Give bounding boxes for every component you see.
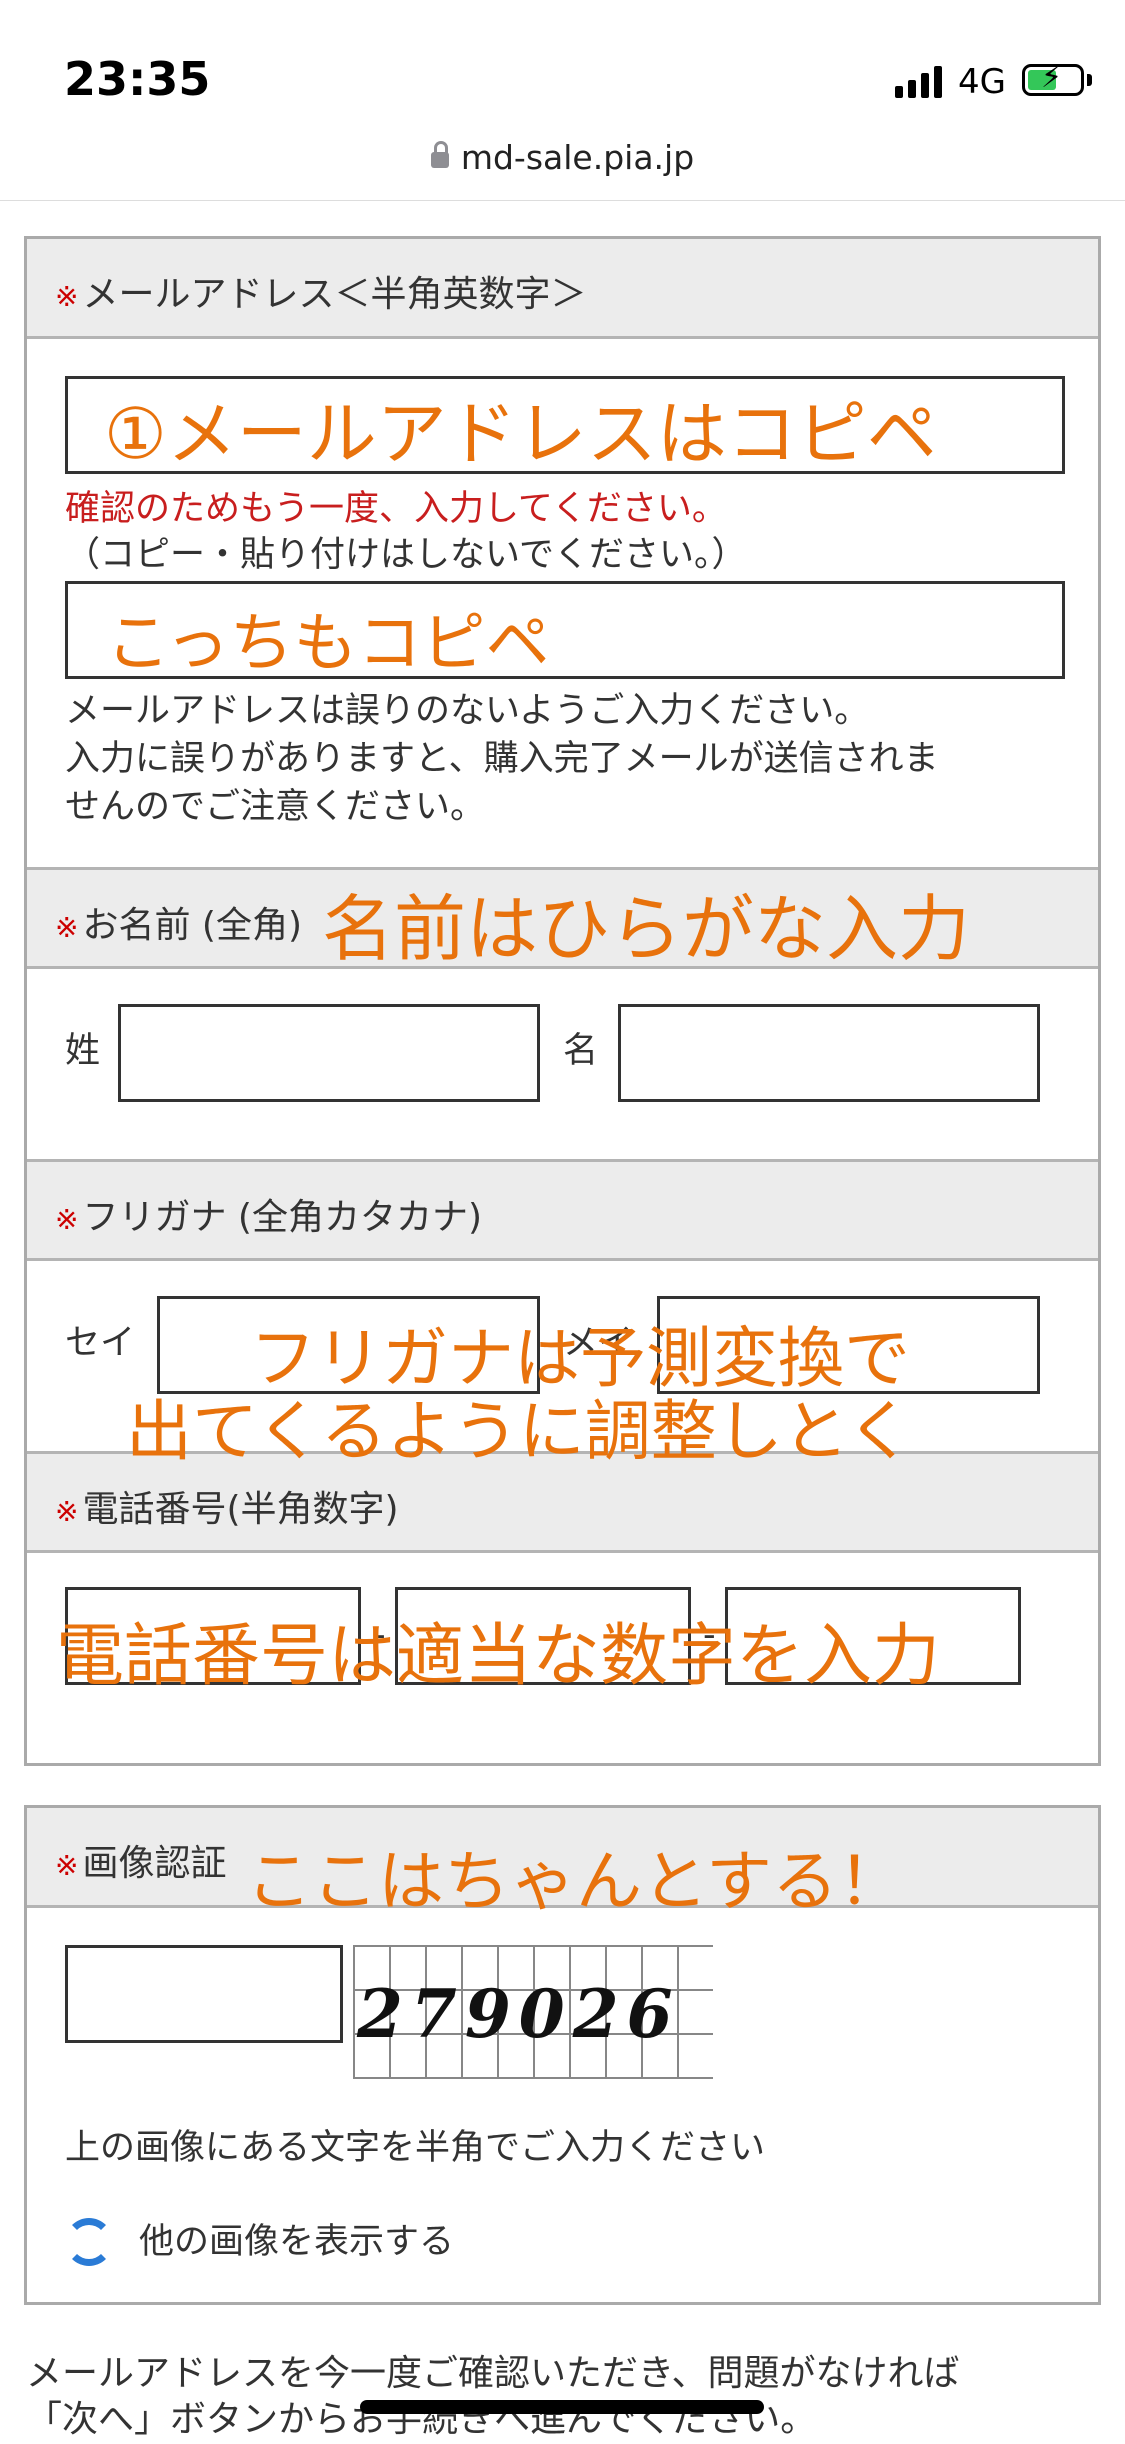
signal-icon bbox=[895, 60, 945, 98]
last-name-input[interactable] bbox=[118, 1004, 540, 1102]
annotation-phone: 電話番号は適当な数字を入力 bbox=[56, 1617, 941, 1696]
captcha-label: 画像認証 bbox=[82, 1843, 227, 1884]
refresh-captcha-link[interactable]: 他の画像を表示する bbox=[139, 2218, 454, 2266]
first-name-label: 名 bbox=[563, 1031, 599, 1071]
battery-icon: ⚡ bbox=[1022, 63, 1084, 96]
lock-icon bbox=[430, 141, 449, 168]
required-mark: ※ bbox=[55, 1495, 79, 1528]
last-name-label: 姓 bbox=[65, 1031, 101, 1071]
email-warning-2: 入力に誤りがありますと、購入完了メールが送信されま bbox=[65, 739, 939, 779]
annotation-name: 名前はひらがな入力 bbox=[322, 887, 971, 971]
confirm-subnote: （コピー・貼り付けはしないでください。） bbox=[65, 535, 747, 575]
captcha-code: 279026 bbox=[357, 1975, 681, 2053]
required-mark: ※ bbox=[55, 280, 79, 313]
email-header: ※ メールアドレス＜半角英数字＞ bbox=[27, 239, 1098, 339]
confirm-note: 確認のためもう一度、入力してください。 bbox=[65, 489, 727, 529]
phone-label: 電話番号(半角数字) bbox=[82, 1489, 399, 1530]
required-mark: ※ bbox=[55, 1849, 79, 1882]
home-indicator[interactable] bbox=[360, 2400, 764, 2414]
furigana-header: ※ フリガナ (全角カタカナ) bbox=[27, 1159, 1098, 1261]
email-warning-3: せんのでご注意ください。 bbox=[65, 787, 486, 827]
email-warning-1: メールアドレスは誤りのないようご入力ください。 bbox=[65, 691, 870, 731]
network-type: 4G bbox=[958, 62, 1006, 102]
furigana-label: フリガナ (全角カタカナ) bbox=[82, 1197, 483, 1238]
status-time: 23:35 bbox=[64, 52, 211, 106]
annotation-furigana-2: 出てくるように調整しとく bbox=[126, 1393, 913, 1470]
divider bbox=[0, 200, 1125, 201]
annotation-email: ①メールアドレスはコピペ bbox=[104, 393, 937, 475]
name-label: お名前 (全角) bbox=[82, 905, 303, 946]
annotation-captcha: ここはちゃんとする！ bbox=[246, 1843, 905, 1920]
first-name-input[interactable] bbox=[618, 1004, 1040, 1102]
refresh-icon[interactable] bbox=[65, 2218, 113, 2266]
captcha-input[interactable] bbox=[65, 1945, 343, 2043]
required-mark: ※ bbox=[55, 911, 79, 944]
captcha-image: 279026 bbox=[353, 1945, 713, 2079]
captcha-instruction: 上の画像にある文字を半角でご入力ください bbox=[65, 2128, 766, 2168]
address-bar[interactable]: md-sale.pia.jp bbox=[0, 138, 1125, 177]
battery-cap bbox=[1087, 74, 1092, 86]
sei-label: セイ bbox=[65, 1323, 136, 1363]
email-label: メールアドレス＜半角英数字＞ bbox=[82, 274, 587, 315]
url-text: md-sale.pia.jp bbox=[460, 138, 695, 177]
annotation-email-confirm: こっちもコピペ bbox=[106, 607, 550, 681]
footer-line-1: メールアドレスを今一度ご確認いただき、問題がなければ bbox=[26, 2353, 960, 2394]
required-mark: ※ bbox=[55, 1203, 79, 1236]
